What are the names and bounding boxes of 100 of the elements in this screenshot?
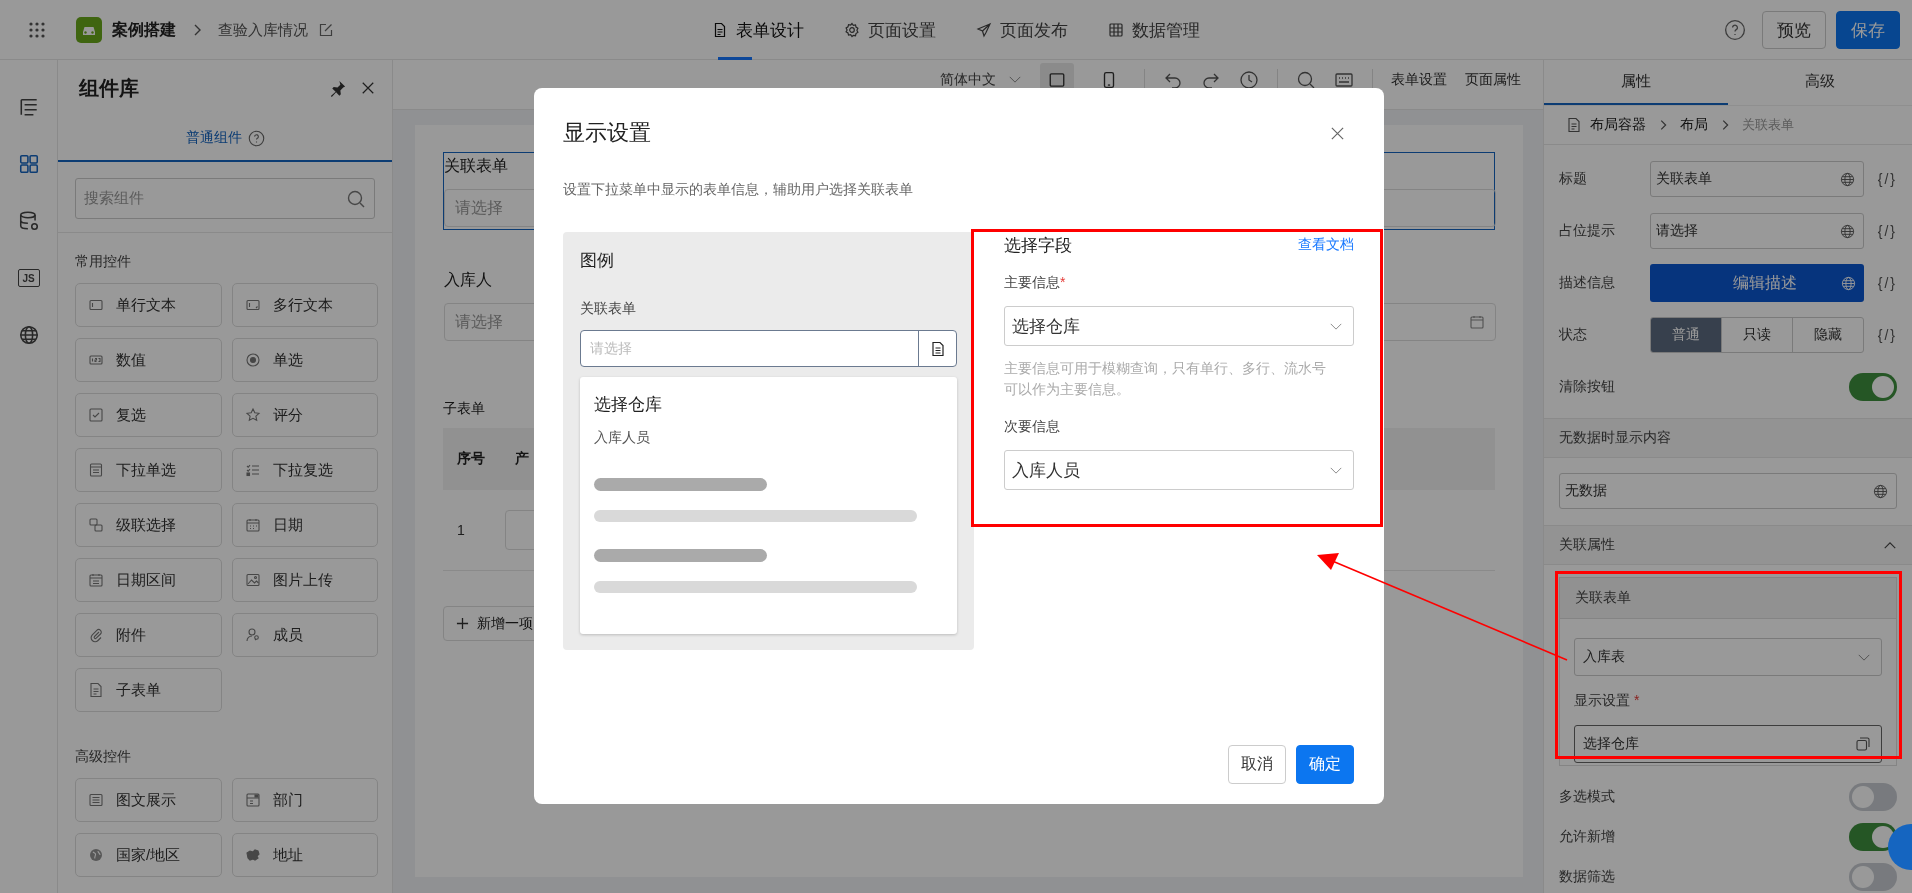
textarea-icon (245, 297, 261, 313)
map-icon (245, 847, 261, 863)
table-cell: 1 (457, 522, 465, 538)
preview-button[interactable]: 预览 (1762, 11, 1826, 49)
save-button[interactable]: 保存 (1836, 11, 1900, 49)
property-label: 多选模式 (1559, 788, 1616, 806)
component-item[interactable]: 级联选择 (75, 503, 222, 547)
property-label: 描述信息 (1559, 274, 1616, 292)
binding-mark[interactable]: {/} (1877, 171, 1897, 187)
document-icon (712, 22, 728, 38)
segment-option[interactable]: 隐藏 (1792, 318, 1863, 352)
text-field[interactable]: 请选择 (1650, 213, 1864, 249)
page-name: 查验入库情况 (218, 20, 308, 40)
toolbar-link[interactable]: 表单设置 (1391, 70, 1447, 89)
chevron-down-icon (1329, 465, 1343, 475)
plus-icon (456, 617, 469, 630)
script-icon[interactable]: JS (17, 269, 40, 287)
help-icon[interactable] (1724, 19, 1746, 41)
cancel-button[interactable]: 取消 (1228, 745, 1286, 784)
section-title: 常用控件 (75, 252, 132, 271)
section-title: 关联属性 (1559, 536, 1616, 554)
edit-icon[interactable] (318, 22, 334, 38)
app-name[interactable]: 案例搭建 (112, 19, 176, 41)
panel-tab[interactable]: 属性 (1544, 60, 1728, 105)
component-item[interactable]: 下拉单选 (75, 448, 222, 492)
database-icon[interactable] (17, 210, 40, 232)
select-field[interactable]: 选择仓库 (1004, 306, 1354, 346)
component-item[interactable]: 数值 (75, 338, 222, 382)
toggle-switch[interactable] (1849, 823, 1897, 851)
component-item[interactable]: 国家/地区 (75, 833, 222, 877)
toggle-switch[interactable] (1849, 373, 1897, 401)
docs-link[interactable]: 查看文档 (1298, 236, 1354, 254)
display-setting-field[interactable]: 选择仓库 (1574, 725, 1882, 763)
help-icon[interactable] (247, 129, 265, 147)
document-icon (88, 682, 104, 698)
globe-icon[interactable] (17, 324, 40, 346)
star-icon (245, 407, 261, 423)
toggle-switch[interactable] (1849, 863, 1897, 891)
component-item[interactable]: 日期 (232, 503, 378, 547)
close-icon[interactable] (1330, 125, 1345, 141)
component-item[interactable]: 图文展示 (75, 778, 222, 822)
property-label: 标题 (1559, 170, 1588, 188)
language-select[interactable]: 简体中文 (940, 70, 1022, 89)
select-field: 请选择 (580, 330, 957, 367)
component-item[interactable]: 附件 (75, 613, 222, 657)
close-icon[interactable] (361, 81, 375, 95)
component-item[interactable]: 评分 (232, 393, 378, 437)
calendar-icon (1469, 314, 1485, 330)
segment-option[interactable]: 只读 (1721, 318, 1792, 352)
section-title: 选择字段 (1004, 234, 1072, 257)
component-item[interactable]: 多行文本 (232, 283, 378, 327)
history-icon[interactable] (1239, 69, 1259, 90)
field-label: 显示设置 * (1574, 691, 1641, 710)
panel-title: 组件库 (79, 75, 140, 101)
component-item[interactable]: 日期区间 (75, 558, 222, 602)
copy-icon[interactable] (1855, 736, 1871, 752)
confirm-button[interactable]: 确定 (1296, 745, 1354, 784)
option-subtitle: 入库人员 (594, 429, 651, 447)
panel-tab[interactable]: 高级 (1728, 60, 1912, 105)
component-item[interactable]: 子表单 (75, 668, 222, 712)
nav-tab[interactable]: 页面设置 (824, 0, 956, 60)
binding-mark[interactable]: {/} (1877, 275, 1897, 291)
person-icon (245, 627, 261, 643)
toggle-switch[interactable] (1849, 783, 1897, 811)
breadcrumb-item[interactable]: 布局 (1680, 116, 1708, 134)
chevron-down-icon (1008, 75, 1022, 84)
property-label: 占位提示 (1559, 222, 1616, 240)
apps-icon[interactable] (28, 21, 46, 39)
text-field[interactable]: 无数据 (1559, 473, 1897, 509)
component-item[interactable]: 单选 (232, 338, 378, 382)
component-item[interactable]: 地址 (232, 833, 378, 877)
library-tab[interactable]: 普通组件 (185, 129, 265, 147)
chevron-up-icon[interactable] (1883, 540, 1897, 550)
select-field[interactable]: 入库表 (1574, 638, 1882, 676)
radio-icon (245, 352, 261, 368)
text-field[interactable]: 关联表单 (1650, 161, 1864, 197)
component-item[interactable]: 成员 (232, 613, 378, 657)
segment-option[interactable]: 普通 (1651, 318, 1721, 352)
nav-tab[interactable]: 数据管理 (1088, 0, 1220, 60)
grid-icon[interactable] (17, 153, 40, 175)
breadcrumb-item[interactable]: 布局容器 (1590, 116, 1646, 134)
section-header: 无数据时显示内容 (1544, 418, 1912, 458)
dialog-title: 显示设置 (563, 119, 651, 147)
edit-description-button[interactable]: 编辑描述 (1650, 264, 1864, 302)
document-icon (1566, 117, 1582, 133)
binding-mark[interactable]: {/} (1877, 327, 1897, 343)
nav-tab[interactable]: 页面发布 (956, 0, 1088, 60)
search-icon[interactable] (1296, 69, 1316, 90)
component-item[interactable]: 图片上传 (232, 558, 378, 602)
toolbar-link[interactable]: 页面属性 (1465, 70, 1521, 89)
binding-mark[interactable]: {/} (1877, 223, 1897, 239)
text-lines-icon (88, 792, 104, 808)
section-header[interactable]: 关联属性 (1544, 525, 1912, 565)
component-item[interactable]: 单行文本 (75, 283, 222, 327)
preview-title: 图例 (580, 250, 615, 272)
select-field[interactable]: 入库人员 (1004, 450, 1354, 490)
component-item[interactable]: 复选 (75, 393, 222, 437)
nav-tab[interactable]: 表单设计 (692, 0, 824, 60)
component-item[interactable]: 下拉复选 (232, 448, 378, 492)
component-item[interactable]: 部门 (232, 778, 378, 822)
